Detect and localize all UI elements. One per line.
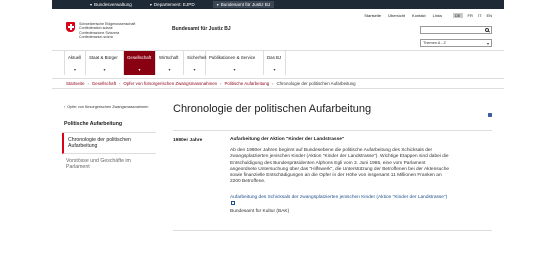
logo-text: Schweizerische Eidgenossenschaft Confédé… <box>79 22 135 40</box>
breadcrumb-link[interactable]: Opfer von fürsorgerischen Zwangsmassnahm… <box>123 81 217 86</box>
external-link-icon <box>231 201 235 206</box>
external-link-label: Aufarbeitung des Schicksals der zwangspl… <box>230 194 448 200</box>
lang-de[interactable]: DE <box>452 13 463 18</box>
chevron-down-icon: ▾ <box>193 67 196 72</box>
search-icon[interactable] <box>485 28 489 32</box>
external-link[interactable]: Aufarbeitung des Schicksals der zwangspl… <box>230 195 450 208</box>
sidebar-nav: ‹ Opfer von fürsorgerischen Zwangsmassna… <box>62 105 156 174</box>
nav-label: Publikationen & Service <box>209 55 256 60</box>
chevron-right-icon: › <box>87 81 89 86</box>
header: Schweizerische Eidgenossenschaft Confédé… <box>52 9 504 51</box>
lang-it[interactable]: IT <box>478 13 482 18</box>
meta-links: Startseite Übersicht Kontakt Links DE FR… <box>364 13 492 18</box>
nav-label: Sicherheit <box>187 55 207 60</box>
page: ▾ Bundesverwaltung ▾ Departement: EJPD ▾ Bu… <box>52 0 504 260</box>
chevron-down-icon: ▾ <box>138 67 141 72</box>
language-switcher: DE FR IT EN <box>452 13 492 18</box>
timeline-row: 1980er Jahre Aufarbeitung der Aktion "Ki… <box>173 130 492 214</box>
chevron-down-icon: ▾ <box>149 2 152 7</box>
search-input[interactable] <box>420 26 492 34</box>
timeline-entry: Aufarbeitung der Aktion "Kinder der Land… <box>230 137 492 214</box>
office-name: Bundesamt für Justiz BJ <box>172 26 231 32</box>
nav-item-wirtschaft[interactable]: Wirtschaft ▾ <box>156 51 184 75</box>
breadcrumb-link[interactable]: Gesellschaft <box>92 81 116 86</box>
topics-select[interactable]: Themen A - Z ▾ <box>420 39 492 47</box>
topbar-item-bundesverwaltung[interactable]: ▾ Bundesverwaltung <box>90 2 132 7</box>
main-nav: Aktuell ▾ Staat & Bürger ▾ Gesellschaft ▾ W… <box>52 51 504 79</box>
topbar-label: Bundesamt für Justiz BJ <box>220 2 271 7</box>
sidebar-heading[interactable]: Politische Aufarbeitung <box>62 116 156 133</box>
link-kontakt[interactable]: Kontakt <box>412 13 426 18</box>
chevron-left-icon: ‹ <box>64 105 66 109</box>
entry-text: Ab den 1980er Jahren beginnt auf Bundese… <box>230 148 450 185</box>
content-area: ‹ Opfer von fürsorgerischen Zwangsmassna… <box>52 95 504 260</box>
divider <box>173 230 492 231</box>
nav-item-staat-buerger[interactable]: Staat & Bürger ▾ <box>86 51 124 75</box>
chevron-down-icon: ▾ <box>486 40 489 46</box>
sidebar-back-label: Opfer von fürsorgerischen Zwangsmassnahm… <box>67 105 149 109</box>
print-icon[interactable] <box>488 113 492 117</box>
topbar-label: Departement: EJPD <box>153 2 195 7</box>
link-startseite[interactable]: Startseite <box>364 13 381 18</box>
nav-item-aktuell[interactable]: Aktuell ▾ <box>64 51 86 75</box>
lang-fr[interactable]: FR <box>468 13 473 18</box>
nav-label: Aktuell <box>68 55 82 60</box>
chevron-right-icon: › <box>220 81 222 86</box>
sidebar-item-vorstoesse[interactable]: Vorstösse und Geschäfte im Parlament <box>62 154 156 174</box>
timeline-year: 1980er Jahre <box>173 138 203 143</box>
link-links[interactable]: Links <box>433 13 442 18</box>
chevron-right-icon: › <box>272 81 274 86</box>
topbar-item-office[interactable]: ▾ Bundesamt für Justiz BJ <box>212 1 275 8</box>
breadcrumb-current: Chronologie der politischen Aufarbeitung <box>276 81 356 86</box>
main-content: Chronologie der politischen Aufarbeitung… <box>173 103 492 231</box>
nav-label: Staat & Bürger <box>89 55 118 60</box>
chevron-down-icon: ▾ <box>168 67 171 72</box>
nav-item-gesellschaft[interactable]: Gesellschaft ▾ <box>124 51 156 75</box>
sidebar-back-link[interactable]: ‹ Opfer von fürsorgerischen Zwangsmassna… <box>62 105 156 110</box>
nav-item-publikationen[interactable]: Publikationen & Service ▾ <box>206 51 264 75</box>
breadcrumb-link[interactable]: Politische Aufarbeitung <box>224 81 269 86</box>
top-bar: ▾ Bundesverwaltung ▾ Departement: EJPD ▾ Bu… <box>52 0 504 9</box>
swiss-cross-icon <box>66 22 75 32</box>
nav-label: Das BJ <box>267 55 282 60</box>
entry-title: Aufarbeitung der Aktion "Kinder der Land… <box>230 137 345 142</box>
nav-label: Gesellschaft <box>127 55 152 60</box>
chevron-down-icon: ▾ <box>216 2 219 7</box>
breadcrumb-link[interactable]: Startseite <box>66 81 85 86</box>
sidebar-item-chronologie[interactable]: Chronologie der politischen Aufarbeitung <box>62 132 156 154</box>
lang-en[interactable]: EN <box>486 13 492 18</box>
chevron-right-icon: › <box>119 81 121 86</box>
chevron-down-icon: ▾ <box>233 67 236 72</box>
chevron-down-icon: ▾ <box>90 2 93 7</box>
chevron-down-icon: ▾ <box>73 67 77 72</box>
breadcrumb: Startseite › Gesellschaft › Opfer von fü… <box>52 79 504 89</box>
federal-logo[interactable]: Schweizerische Eidgenossenschaft Confédé… <box>66 22 135 40</box>
nav-item-das-bj[interactable]: Das BJ ▾ <box>264 51 286 75</box>
logo-line: Confederaziun svizra <box>79 35 113 40</box>
page-title: Chronologie der politischen Aufarbeitung <box>173 103 372 115</box>
topbar-label: Bundesverwaltung <box>94 2 132 7</box>
chevron-down-icon: ▾ <box>273 67 276 72</box>
topics-select-value: Themen A - Z <box>423 41 446 45</box>
chevron-down-icon: ▾ <box>103 67 106 72</box>
nav-item-sicherheit[interactable]: Sicherheit ▾ <box>184 51 207 75</box>
topbar-item-departement[interactable]: ▾ Departement: EJPD <box>150 2 195 7</box>
nav-label: Wirtschaft <box>159 55 179 60</box>
entry-source: Bundesamt für Kultur (BAK) <box>230 208 290 214</box>
link-uebersicht[interactable]: Übersicht <box>388 13 405 18</box>
